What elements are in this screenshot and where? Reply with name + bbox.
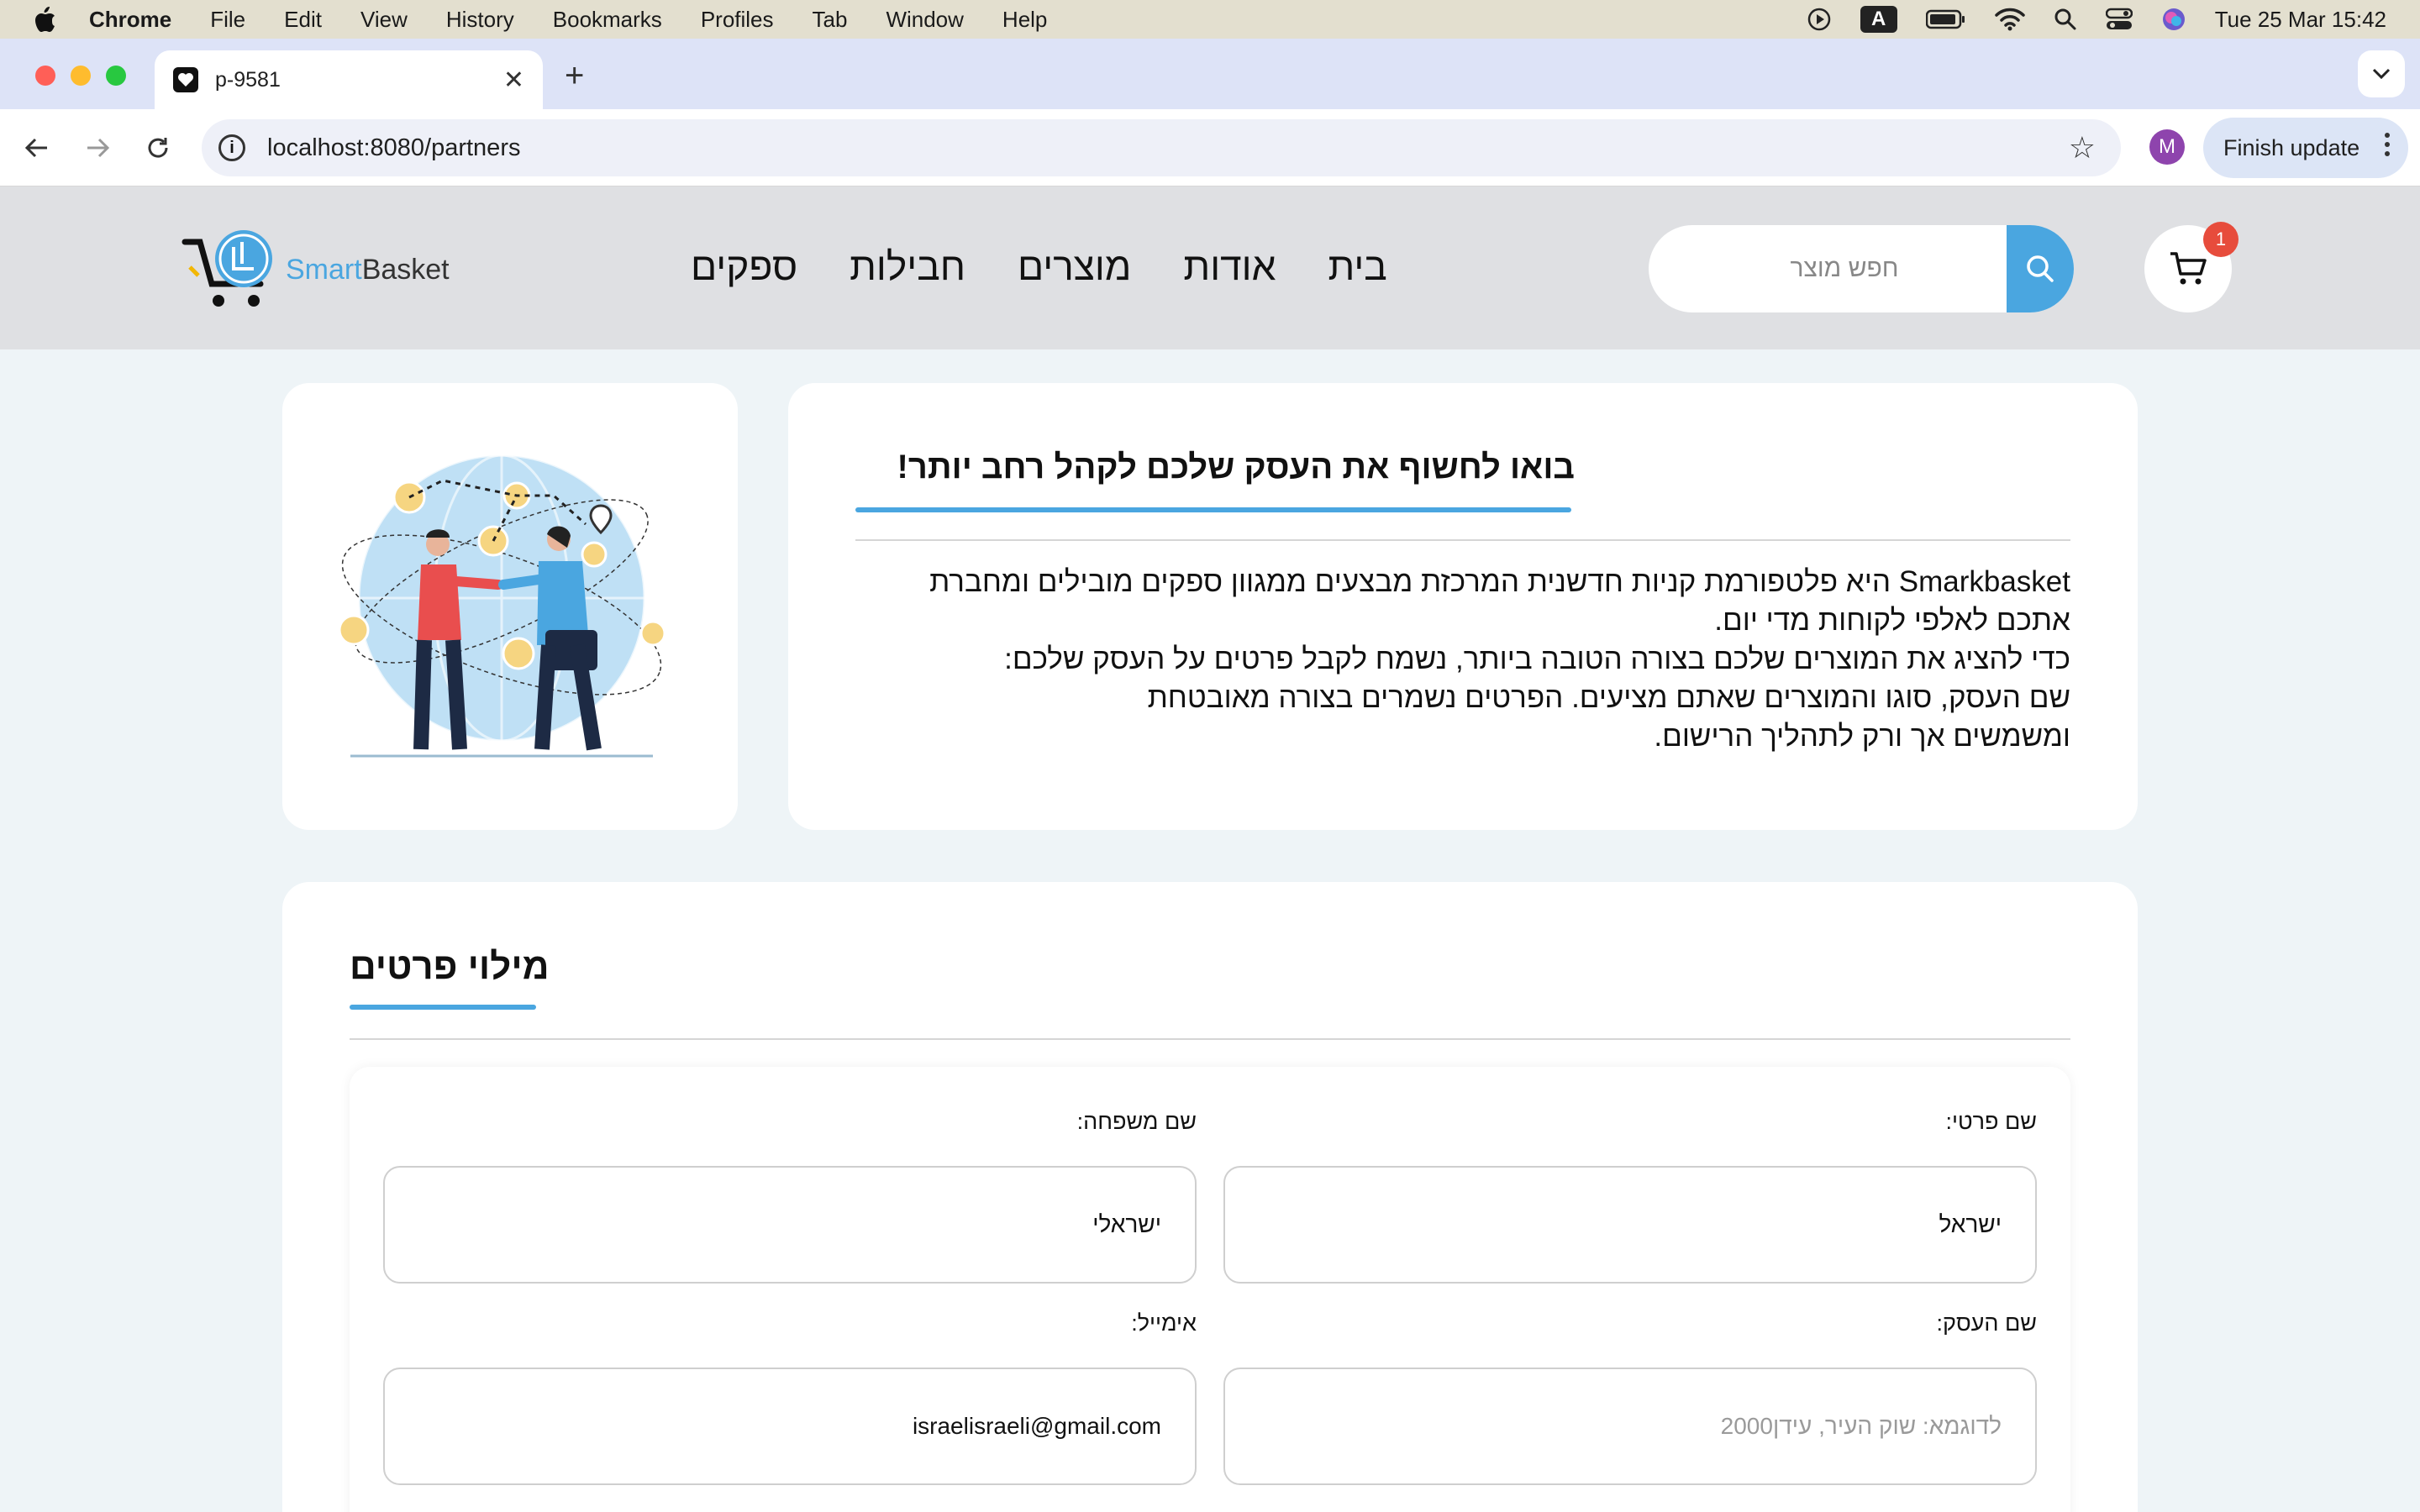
menu-history[interactable]: History	[446, 7, 514, 33]
menu-profiles[interactable]: Profiles	[701, 7, 774, 33]
address-bar[interactable]: i localhost:8080/partners ☆	[202, 119, 2121, 176]
shopping-cart-icon	[2170, 252, 2207, 285]
form-title-underline	[350, 1005, 536, 1010]
menu-edit[interactable]: Edit	[284, 7, 322, 33]
new-tab-icon[interactable]: +	[565, 57, 584, 95]
spotlight-search-icon[interactable]	[2054, 8, 2077, 31]
email-label: אימייל:	[1131, 1310, 1197, 1336]
form-title: מילוי פרטים	[350, 946, 550, 987]
chrome-tab-strip: p-9581 ✕ +	[0, 39, 2420, 109]
product-search	[1649, 225, 2074, 312]
finish-update-label: Finish update	[2223, 134, 2360, 160]
profile-avatar[interactable]: M	[2149, 129, 2185, 165]
cart-count-badge: 1	[2203, 222, 2238, 257]
partners-intro-card: בואו לחשוף את העסק שלכם לקהל רחב יותר! S…	[788, 383, 2138, 830]
more-vert-icon[interactable]	[2385, 133, 2390, 156]
menu-view[interactable]: View	[360, 7, 408, 33]
registration-form: שם פרטי: שם משפחה: שם העסק: אימייל:	[350, 1067, 2070, 1512]
smartbasket-logo[interactable]: SmartBasket	[182, 225, 450, 314]
nav-about[interactable]: אודות	[1183, 244, 1276, 289]
play-circle-icon[interactable]	[1807, 7, 1832, 32]
heart-favicon-icon	[173, 67, 198, 92]
battery-icon[interactable]	[1925, 9, 1966, 29]
browser-tab[interactable]: p-9581 ✕	[155, 50, 543, 109]
close-tab-icon[interactable]: ✕	[503, 66, 524, 95]
email-field[interactable]	[383, 1368, 1197, 1485]
arrow-right-icon	[87, 138, 110, 158]
menu-help[interactable]: Help	[1002, 7, 1047, 33]
intro-body: Smarkbasket היא פלטפורמת קניות חדשנית המ…	[855, 563, 2070, 756]
macos-menubar: Chrome File Edit View History Bookmarks …	[0, 0, 2420, 39]
search-button[interactable]	[2007, 225, 2074, 312]
handshake-globe-illustration	[338, 454, 666, 758]
nav-home[interactable]: בית	[1328, 244, 1386, 289]
apple-icon[interactable]	[32, 5, 57, 34]
chevron-down-icon	[2372, 68, 2391, 80]
window-controls	[35, 66, 126, 86]
back-button[interactable]	[17, 128, 57, 168]
tab-title: p-9581	[215, 67, 281, 92]
finish-update-button[interactable]: Finish update	[2203, 118, 2408, 178]
input-source-icon[interactable]: A	[1860, 6, 1897, 33]
cart-logo-icon	[182, 230, 272, 307]
wifi-icon[interactable]	[1994, 8, 2025, 31]
search-input[interactable]	[1649, 225, 2007, 312]
business-name-field[interactable]	[1223, 1368, 2037, 1485]
business-name-label: שם העסק:	[1936, 1310, 2037, 1336]
search-icon	[2027, 255, 2054, 282]
intro-paragraph-2: כדי להציג את המוצרים שלכם בצורה הטובה בי…	[1004, 643, 2070, 753]
menu-window[interactable]: Window	[886, 7, 963, 33]
reload-button[interactable]	[138, 128, 178, 168]
logo-text: SmartBasket	[286, 253, 450, 286]
browser-toolbar: i localhost:8080/partners ☆ M Finish upd…	[0, 109, 2420, 186]
menubar-datetime[interactable]: Tue 25 Mar 15:42	[2215, 7, 2386, 33]
url-text[interactable]: localhost:8080/partners	[267, 134, 2069, 162]
bookmark-star-icon[interactable]: ☆	[2069, 130, 2096, 165]
menu-bookmarks[interactable]: Bookmarks	[553, 7, 662, 33]
menu-file[interactable]: File	[210, 7, 245, 33]
minimize-window-button[interactable]	[71, 66, 91, 86]
menu-app-name[interactable]: Chrome	[89, 7, 171, 33]
close-window-button[interactable]	[35, 66, 55, 86]
zoom-window-button[interactable]	[106, 66, 126, 86]
form-divider	[350, 1038, 2070, 1040]
first-name-label: שם פרטי:	[1945, 1109, 2037, 1134]
site-info-icon[interactable]: i	[218, 134, 245, 161]
details-form-card: מילוי פרטים שם פרטי: שם משפחה: שם העסק: …	[282, 882, 2138, 1512]
menu-tab[interactable]: Tab	[813, 7, 848, 33]
headline-underline	[855, 507, 1571, 512]
nav-suppliers[interactable]: ספקים	[691, 244, 797, 289]
last-name-field[interactable]	[383, 1166, 1197, 1284]
arrow-left-icon	[24, 138, 47, 158]
nav-products[interactable]: מוצרים	[1018, 244, 1131, 289]
intro-headline: בואו לחשוף את העסק שלכם לקהל רחב יותר!	[897, 449, 1575, 486]
last-name-label: שם משפחה:	[1076, 1109, 1197, 1134]
partners-illustration-card	[282, 383, 738, 830]
first-name-field[interactable]	[1223, 1166, 2037, 1284]
cart-button[interactable]: 1	[2144, 222, 2238, 312]
intro-divider	[855, 539, 2070, 541]
forward-button[interactable]	[77, 128, 118, 168]
reload-icon	[148, 138, 168, 158]
nav-packages[interactable]: חבילות	[850, 244, 965, 289]
siri-icon[interactable]	[2161, 7, 2186, 32]
site-header: SmartBasket בית אודות מוצרים חבילות ספקי…	[0, 186, 2420, 349]
tab-search-button[interactable]	[2358, 50, 2405, 97]
intro-paragraph-1: Smarkbasket היא פלטפורמת קניות חדשנית המ…	[929, 565, 2070, 637]
control-center-icon[interactable]	[2105, 8, 2133, 31]
main-navigation: בית אודות מוצרים חבילות ספקים	[691, 244, 1387, 289]
